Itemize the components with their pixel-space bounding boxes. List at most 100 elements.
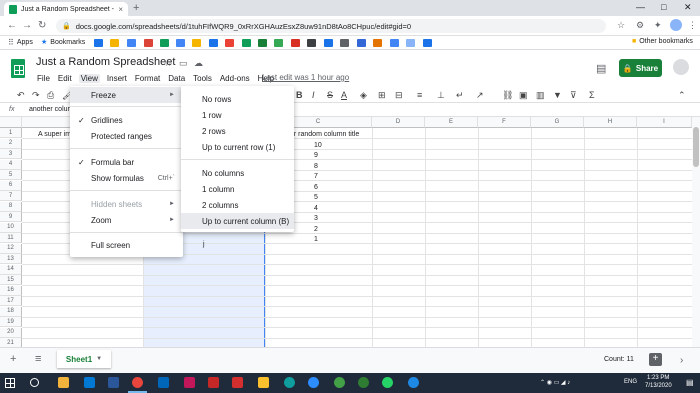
row-header[interactable]: 11 [0, 233, 22, 243]
sheet-tab-sheet1[interactable]: Sheet1 ▼ [57, 350, 111, 368]
cell-a1[interactable]: A super im [38, 131, 71, 138]
minimize-button[interactable]: — [636, 2, 645, 12]
fill-color-icon[interactable]: ◈ [360, 90, 367, 101]
all-sheets-icon[interactable]: ≡ [35, 353, 41, 365]
cell-c6[interactable]: 6 [314, 184, 318, 191]
freeze-2-columns[interactable]: 2 columns [181, 197, 294, 213]
strikethrough-icon[interactable]: S [327, 90, 333, 100]
menu-file[interactable]: File [36, 74, 51, 83]
explore-icon[interactable]: + [649, 353, 662, 366]
maximize-button[interactable]: □ [661, 2, 666, 12]
system-tray-icons[interactable]: ⌃ ◉ ▭ ◢ ♪ [540, 379, 570, 386]
apps-bookmark[interactable]: ⠿ Apps [8, 38, 33, 47]
row-header[interactable]: 15 [0, 275, 22, 285]
file-explorer-icon[interactable] [58, 377, 69, 388]
app-icon[interactable] [158, 377, 169, 388]
column-header[interactable]: G [531, 117, 584, 128]
language-indicator[interactable]: ENG [624, 379, 637, 385]
menu-tools[interactable]: Tools [192, 74, 213, 83]
row-header[interactable]: 5 [0, 170, 22, 180]
new-tab-button[interactable]: + [133, 2, 139, 14]
chrome-icon[interactable] [132, 377, 143, 388]
mail-icon[interactable] [84, 377, 95, 388]
cell-c2[interactable]: 10 [314, 142, 322, 149]
collapse-toolbar-icon[interactable]: ⌃ [678, 90, 686, 101]
menu-insert[interactable]: Insert [106, 74, 128, 83]
bookmark-site-icon[interactable] [192, 39, 201, 47]
filter-icon[interactable]: ▼ [553, 90, 562, 100]
text-wrap-icon[interactable]: ↵ [456, 90, 464, 101]
zoom-icon[interactable] [308, 377, 319, 388]
row-header[interactable]: 7 [0, 191, 22, 201]
row-header[interactable]: 18 [0, 306, 22, 317]
insert-comment-icon[interactable]: ▣ [519, 90, 528, 101]
whatsapp-icon[interactable] [382, 377, 393, 388]
edge-icon[interactable] [284, 377, 295, 388]
cell-c7[interactable]: 5 [314, 194, 318, 201]
app-icon[interactable] [184, 377, 195, 388]
move-folder-icon[interactable]: ▭ [179, 58, 188, 69]
redo-icon[interactable]: ↷ [32, 90, 40, 101]
bookmark-site-icon[interactable] [423, 39, 432, 47]
star-icon[interactable]: ☆ [617, 20, 625, 31]
cell-c5[interactable]: 7 [314, 173, 318, 180]
text-rotation-icon[interactable]: ↗ [476, 90, 484, 101]
menu-edit[interactable]: Edit [57, 74, 73, 83]
column-header[interactable]: I [637, 117, 692, 128]
row-header[interactable]: 20 [0, 327, 22, 338]
app-icon[interactable] [408, 377, 419, 388]
row-header[interactable]: 12 [0, 243, 22, 254]
row-header[interactable]: 14 [0, 264, 22, 275]
cell-c4[interactable]: 8 [314, 163, 318, 170]
clock-time[interactable]: 1:23 PM [647, 375, 669, 381]
freeze-up-to-current-row[interactable]: Up to current row (1) [181, 139, 294, 155]
close-window-button[interactable]: ✕ [684, 2, 692, 13]
menu-item-gridlines[interactable]: ✓ Gridlines [70, 112, 183, 128]
bookmark-site-icon[interactable] [357, 39, 366, 47]
freeze-1-row[interactable]: 1 row [181, 107, 294, 123]
bookmark-site-icon[interactable] [307, 39, 316, 47]
menu-item-freeze[interactable]: Freeze ► [70, 87, 183, 103]
print-icon[interactable]: ⎙ [47, 90, 54, 101]
bookmark-site-icon[interactable] [209, 39, 218, 47]
extension-icon[interactable]: ⚙ [636, 20, 644, 31]
bookmark-site-icon[interactable] [258, 39, 267, 47]
row-header[interactable]: 17 [0, 296, 22, 306]
sticky-notes-icon[interactable] [258, 377, 269, 388]
menu-view[interactable]: View [78, 73, 100, 83]
notifications-icon[interactable]: ▤ [686, 378, 694, 387]
cell-c1[interactable]: er random column title [290, 131, 359, 138]
row-header[interactable]: 9 [0, 212, 22, 222]
cell-c3[interactable]: 9 [314, 152, 318, 159]
bookmark-site-icon[interactable] [406, 39, 415, 47]
row-header[interactable]: 21 [0, 338, 22, 347]
bookmark-site-icon[interactable] [110, 39, 119, 47]
insert-chart-icon[interactable]: ▥ [536, 90, 545, 101]
clock-date[interactable]: 7/13/2020 [645, 383, 672, 389]
bookmark-site-icon[interactable] [274, 39, 283, 47]
row-header[interactable]: 4 [0, 159, 22, 170]
sheets-logo-icon[interactable] [11, 59, 25, 78]
app-icon[interactable] [334, 377, 345, 388]
functions-icon[interactable]: Σ [589, 90, 595, 100]
selection-count[interactable]: Count: 11 [604, 356, 634, 363]
cell-b11[interactable]: j [203, 241, 205, 248]
bookmark-site-icon[interactable] [324, 39, 333, 47]
app-icon[interactable] [208, 377, 219, 388]
bookmark-site-icon[interactable] [390, 39, 399, 47]
profile-avatar[interactable] [670, 19, 682, 31]
cell-c8[interactable]: 4 [314, 205, 318, 212]
menu-addons[interactable]: Add-ons [219, 74, 251, 83]
italic-icon[interactable]: I [312, 90, 315, 100]
star-doc-icon[interactable]: ☆ [164, 58, 172, 69]
puzzle-icon[interactable]: ✦ [654, 20, 662, 31]
row-header[interactable]: 2 [0, 138, 22, 149]
row-header[interactable]: 1 [0, 128, 22, 138]
menu-item-show-formulas[interactable]: Show formulas Ctrl+` [70, 170, 183, 186]
row-header[interactable]: 8 [0, 201, 22, 212]
bookmark-site-icon[interactable] [94, 39, 103, 47]
menu-item-protected-ranges[interactable]: Protected ranges [70, 128, 183, 144]
word-icon[interactable] [108, 377, 119, 388]
bookmark-site-icon[interactable] [340, 39, 349, 47]
menu-item-formula-bar[interactable]: ✓ Formula bar [70, 154, 183, 170]
